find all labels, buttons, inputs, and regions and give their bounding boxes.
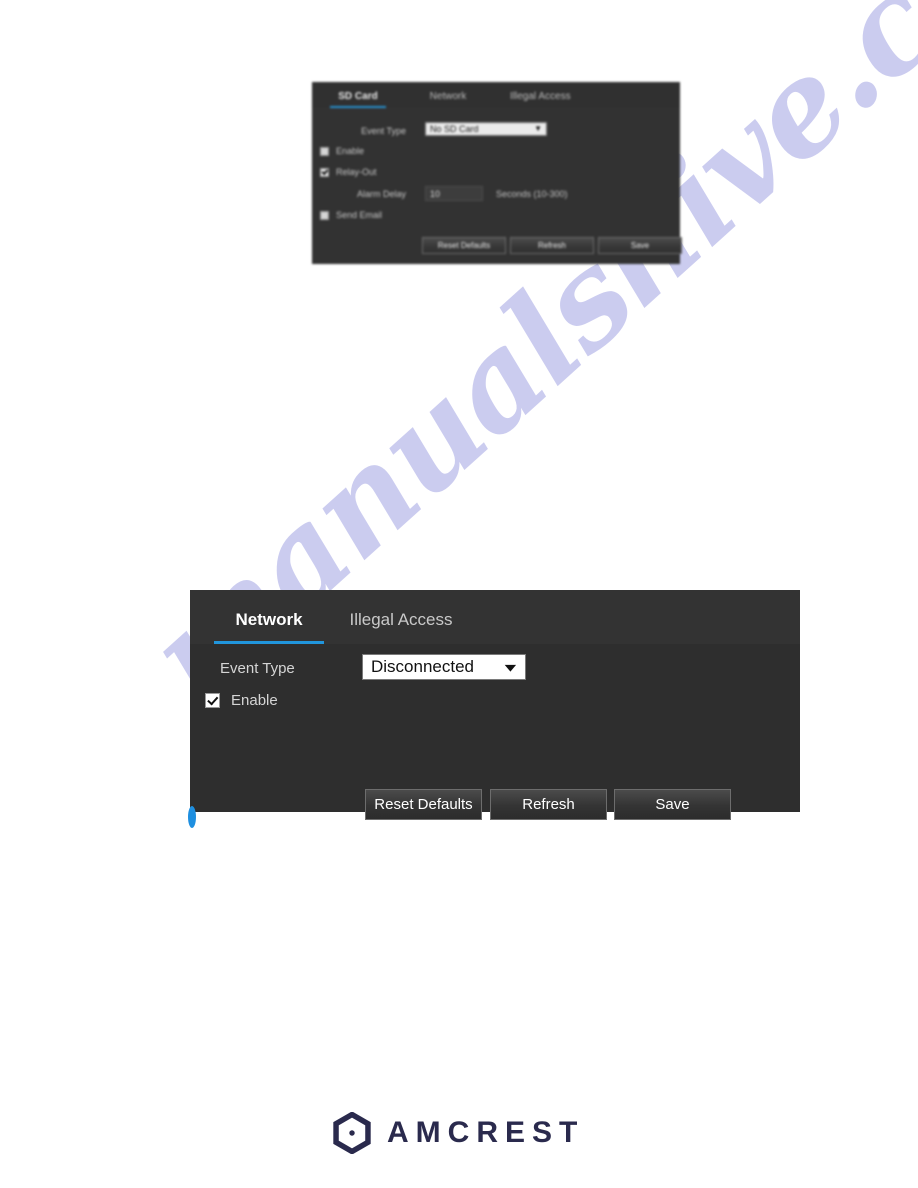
sd-card-panel-tabbar: SD Card Network Illegal Access	[312, 82, 680, 108]
panel-edge-accent	[188, 806, 196, 828]
sd-relay-out-label: Relay-Out	[336, 167, 377, 177]
chevron-down-icon: ▼	[500, 660, 521, 674]
sd-relay-out-checkbox[interactable]	[320, 167, 329, 177]
tab-illegal-access-label: Illegal Access	[349, 610, 453, 629]
tab-network-label: Network	[429, 91, 467, 102]
sd-save-button[interactable]: Save	[598, 237, 682, 254]
net-enable-row[interactable]: Enable	[205, 692, 278, 709]
net-enable-checkbox[interactable]	[205, 693, 220, 708]
tab-illegal-access[interactable]: Illegal Access	[346, 610, 456, 644]
tab-sd-card[interactable]: SD Card	[330, 91, 386, 108]
sd-card-alarm-panel: SD Card Network Illegal Access Event Typ…	[312, 82, 682, 264]
network-panel-body: Event Type Disconnected ▼ Enable Reset D…	[188, 644, 800, 828]
net-refresh-button[interactable]: Refresh	[490, 789, 607, 820]
sd-enable-checkbox[interactable]	[320, 146, 329, 156]
sd-alarm-delay-row: Alarm Delay	[334, 189, 406, 199]
sd-alarm-delay-value: 10	[430, 188, 441, 199]
sd-alarm-delay-label: Alarm Delay	[356, 189, 406, 199]
sd-reset-defaults-button[interactable]: Reset Defaults	[422, 237, 506, 254]
tab-sd-card-label: SD Card	[338, 91, 378, 102]
net-event-type-row: Event Type	[220, 660, 330, 677]
sd-refresh-button[interactable]: Refresh	[510, 237, 594, 254]
tab-network-label: Network	[235, 610, 303, 629]
net-save-button[interactable]: Save	[614, 789, 731, 820]
net-enable-label: Enable	[231, 692, 278, 709]
tab-network[interactable]: Network	[214, 610, 324, 644]
sd-enable-label: Enable	[336, 146, 365, 156]
sd-alarm-delay-hint: Seconds (10-300)	[496, 189, 568, 199]
tab-illegal-access-label: Illegal Access	[510, 91, 571, 102]
amcrest-logo: AMCREST	[331, 1108, 591, 1158]
sd-send-email-label: Send Email	[336, 210, 383, 220]
tab-network[interactable]: Network	[420, 91, 476, 108]
sd-relay-out-row[interactable]: Relay-Out	[320, 167, 377, 177]
sd-event-type-row: Event Type	[334, 126, 406, 136]
sd-card-panel-body: Event Type No SD Card ▼ Enable Relay-Out…	[312, 108, 682, 264]
sd-send-email-checkbox[interactable]	[320, 210, 329, 220]
net-event-type-label: Event Type	[220, 660, 295, 677]
sd-send-email-row[interactable]: Send Email	[320, 210, 382, 220]
sd-event-type-label: Event Type	[361, 126, 406, 136]
net-event-type-value: Disconnected	[371, 657, 475, 676]
network-panel-tabbar: Network Illegal Access	[190, 590, 800, 644]
chevron-down-icon: ▼	[534, 124, 542, 133]
sd-event-type-value: No SD Card	[430, 124, 479, 134]
network-alarm-panel: Network Illegal Access Event Type Discon…	[188, 590, 800, 828]
sd-alarm-delay-input[interactable]: 10	[425, 186, 483, 201]
net-reset-defaults-button[interactable]: Reset Defaults	[365, 789, 482, 820]
sd-event-type-select[interactable]: No SD Card ▼	[425, 122, 547, 136]
tab-illegal-access[interactable]: Illegal Access	[510, 91, 571, 108]
sd-enable-row[interactable]: Enable	[320, 146, 364, 156]
amcrest-hexagon-logo-icon	[333, 1112, 371, 1154]
net-event-type-select[interactable]: Disconnected ▼	[362, 654, 526, 680]
amcrest-wordmark: AMCREST	[387, 1116, 585, 1149]
